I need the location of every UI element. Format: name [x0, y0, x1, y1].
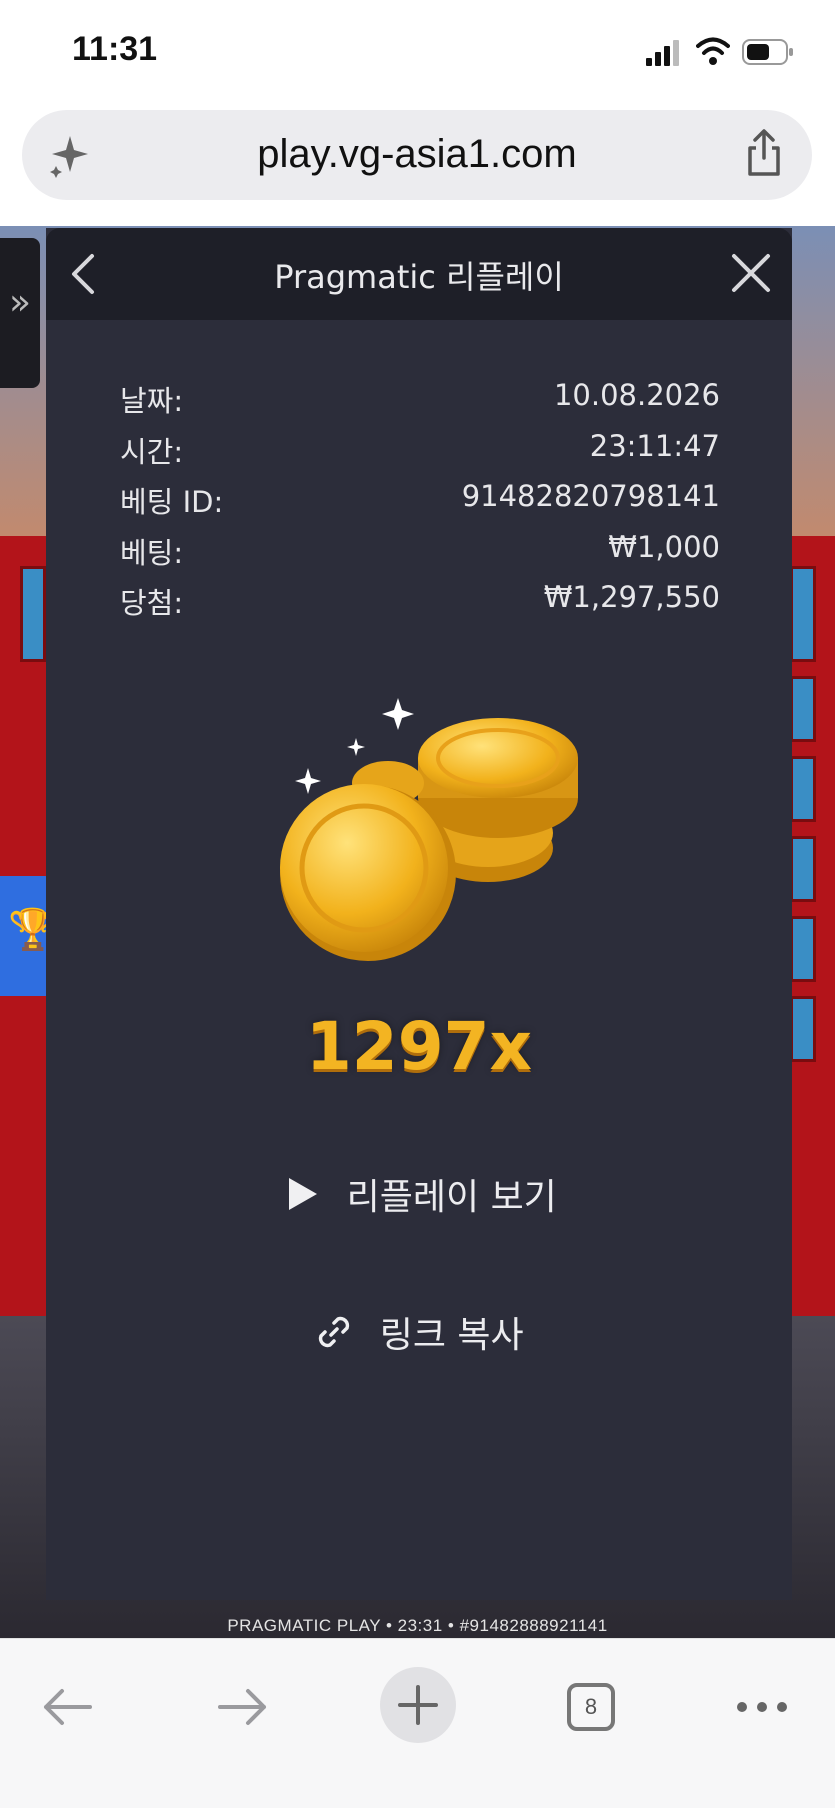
tab-count-button[interactable]: 8 — [567, 1683, 615, 1731]
url-text[interactable]: play.vg-asia1.com — [22, 132, 812, 177]
win-multiplier: 1297x — [305, 1008, 533, 1085]
detail-row-date: 날짜: 10.08.2026 — [120, 378, 720, 429]
address-bar[interactable]: play.vg-asia1.com — [22, 110, 812, 200]
new-tab-button[interactable] — [380, 1667, 456, 1743]
back-arrow-icon[interactable] — [28, 1667, 108, 1747]
bet-id-label: 베팅 ID: — [120, 485, 224, 519]
bet-id-value: 91482820798141 — [461, 479, 720, 513]
win-label: 당첨: — [120, 586, 184, 620]
browser-toolbar: 8 — [0, 1638, 835, 1808]
play-icon — [289, 1178, 318, 1210]
bus-window — [790, 756, 816, 822]
time-value: 23:11:47 — [589, 428, 720, 463]
date-label: 날짜: — [120, 384, 184, 418]
bus-window — [790, 916, 816, 982]
bet-label: 베팅: — [120, 535, 184, 570]
detail-row-win: 당첨: ₩1,297,550 — [120, 580, 720, 631]
bus-window — [20, 566, 46, 662]
bet-value: ₩1,000 — [608, 529, 720, 564]
share-icon[interactable] — [744, 128, 784, 178]
forward-arrow-icon[interactable] — [202, 1667, 282, 1747]
wifi-icon — [696, 37, 730, 65]
close-icon[interactable] — [728, 250, 774, 296]
date-value: 10.08.2026 — [553, 378, 720, 412]
watch-replay-button[interactable]: 리플레이 보기 — [46, 1168, 792, 1220]
win-value: ₩1,297,550 — [543, 580, 720, 614]
copy-link-label: 링크 복사 — [379, 1315, 524, 1356]
cellular-signal-icon — [646, 40, 679, 66]
replay-modal: Pragmatic 리플레이 날짜: 10.08.2026 시간: 23:11:… — [46, 228, 792, 1600]
bus-window — [790, 676, 816, 742]
time-label: 시간: — [120, 434, 184, 469]
watch-replay-label: 리플레이 보기 — [346, 1177, 557, 1218]
game-footer-text: PRAGMATIC PLAY • 23:31 • #91482888921141 — [227, 1616, 608, 1635]
status-bar: 11:31 — [0, 0, 835, 100]
detail-row-time: 시간: 23:11:47 — [120, 429, 720, 480]
link-icon — [319, 1316, 350, 1348]
gold-coins-icon — [280, 698, 578, 961]
bet-details: 날짜: 10.08.2026 시간: 23:11:47 베팅 ID: 91482… — [120, 378, 720, 631]
side-menu-toggle[interactable]: » — [0, 238, 40, 388]
bus-window — [790, 996, 816, 1062]
detail-row-bet-id: 베팅 ID: 91482820798141 — [120, 479, 720, 530]
bus-window — [790, 566, 816, 662]
bus-window — [790, 836, 816, 902]
plus-icon — [398, 1685, 438, 1725]
more-options-icon[interactable] — [722, 1667, 802, 1747]
detail-row-bet: 베팅: ₩1,000 — [120, 530, 720, 581]
battery-icon — [742, 39, 793, 65]
modal-header: Pragmatic 리플레이 — [46, 228, 792, 320]
copy-link-button[interactable]: 링크 복사 — [46, 1306, 792, 1358]
status-time: 11:31 — [72, 30, 158, 68]
modal-title: Pragmatic 리플레이 — [274, 258, 564, 296]
